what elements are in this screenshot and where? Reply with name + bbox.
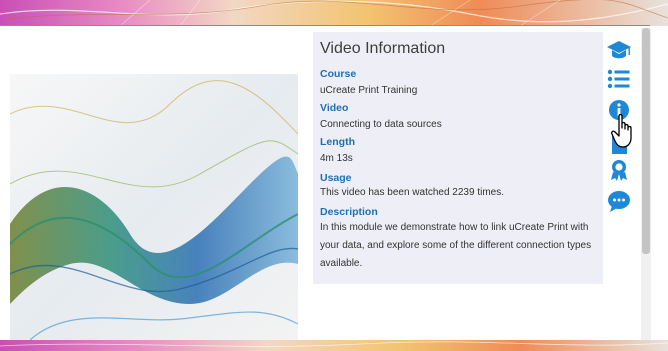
award-icon[interactable] [606,158,632,182]
length-value: 4m 13s [320,153,353,164]
hand-pointer-cursor-icon [611,113,632,148]
video-label: Video [320,102,349,114]
course-value: uCreate Print Training [320,85,418,96]
course-label: Course [320,68,357,80]
description-label: Description [320,206,378,218]
video-info-view: Video Information Course uCreate Print T… [0,0,668,351]
top-divider [0,25,650,26]
panel-title: Video Information [320,40,446,57]
list-icon[interactable] [606,67,632,91]
description-value: In this module we demonstrate how to lin… [320,222,592,269]
decorative-top-band [0,0,668,26]
video-info-panel: Video Information Course uCreate Print T… [313,32,603,284]
length-label: Length [320,136,355,148]
video-value: Connecting to data sources [320,119,442,130]
usage-value: This video has been watched 2239 times. [320,187,504,198]
chat-icon[interactable] [606,189,632,213]
video-thumbnail[interactable] [10,74,298,340]
graduation-cap-icon[interactable] [606,38,632,62]
decorative-bottom-band [0,340,668,351]
scrollbar-thumb[interactable] [642,28,650,254]
usage-label: Usage [320,172,352,184]
